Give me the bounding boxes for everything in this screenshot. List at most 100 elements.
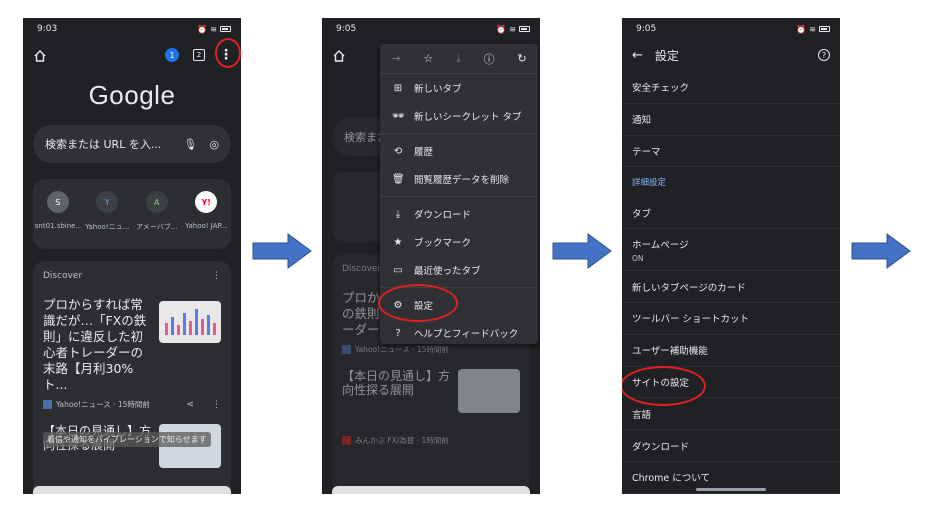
settings-list: 安全チェック 通知 テーマ 詳細設定 タブ ホームページ ON 新しいタブページ… <box>622 70 840 494</box>
article-menu-icon[interactable]: ⋮ <box>212 400 221 410</box>
settings-item-label: 新しいタブページのカード <box>632 282 746 294</box>
reload-icon[interactable]: ↻ <box>517 52 526 65</box>
toast-message: 着信や通知をバイブレーションで知らせます <box>43 432 211 447</box>
battery-icon <box>819 26 830 32</box>
status-icons: ⏰ ≋ <box>496 25 530 34</box>
article-card[interactable]: プロからすれば常識だが…「FXの鉄則」に違反した初心者トレーダーの末路【月利30… <box>43 297 221 393</box>
shortcut-icon: S <box>46 191 69 213</box>
forward-icon[interactable]: → <box>391 52 400 65</box>
article-meta: Yahoo!ニュース · 15時間前 ⋖ ⋮ <box>43 399 221 410</box>
alarm-icon: ⏰ <box>496 24 507 34</box>
highlight-circle <box>215 38 241 68</box>
source-icon <box>342 345 351 354</box>
highlight-circle <box>622 366 706 406</box>
shortcut-label: アメーバブ... <box>136 223 178 231</box>
download-page-icon[interactable]: ⤓ <box>456 52 461 66</box>
shortcut-icon: Y <box>96 191 119 213</box>
menu-divider <box>380 133 538 134</box>
menu-divider <box>380 196 538 197</box>
gesture-bar <box>696 488 766 491</box>
incognito-icon: 🕶 <box>392 110 405 122</box>
shortcut-tile[interactable]: S snt01.sbine... <box>35 191 81 249</box>
status-time: 9:05 <box>336 24 357 34</box>
shortcut-icon: A <box>145 191 168 213</box>
menu-item-new-tab[interactable]: ⊞ 新しいタブ <box>380 74 538 102</box>
highlight-circle <box>378 284 458 322</box>
search-placeholder: 検索または URL を入... <box>45 138 162 151</box>
settings-item-toolbar-shortcut[interactable]: ツールバー ショートカット <box>622 303 840 335</box>
next-card-edge <box>33 486 231 494</box>
menu-item-label: ヘルプとフィードバック <box>414 329 519 340</box>
menu-item-history[interactable]: ⟲ 履歴 <box>380 137 538 165</box>
shortcut-tile[interactable]: A アメーバブ... <box>134 191 180 249</box>
article-source: みんかぶ FX/為替 · 1時間前 <box>355 436 449 445</box>
wifi-icon: ≋ <box>509 24 516 34</box>
settings-item-downloads[interactable]: ダウンロード <box>622 430 840 462</box>
bookmark-star-icon[interactable]: ☆ <box>423 52 433 65</box>
shortcut-icon: Y! <box>195 191 218 213</box>
star-icon: ★ <box>393 236 403 248</box>
status-icons: ⏰ ≋ <box>796 25 830 34</box>
settings-item-label: 通知 <box>632 115 652 127</box>
menu-item-incognito[interactable]: 🕶 新しいシークレット タブ <box>380 102 538 130</box>
wifi-icon: ≋ <box>809 24 816 34</box>
settings-item-safety-check[interactable]: 安全チェック <box>622 72 840 104</box>
settings-item-label: ダウンロード <box>632 441 690 453</box>
source-icon <box>342 436 351 445</box>
section-header-advanced: 詳細設定 <box>632 178 667 189</box>
status-bar: 9:05 ⏰ ≋ <box>322 18 540 40</box>
discover-label: Discover <box>342 264 382 274</box>
lens-icon[interactable]: ◎ <box>209 138 219 151</box>
settings-item-theme[interactable]: テーマ <box>622 136 840 168</box>
menu-item-label: ダウンロード <box>414 210 472 221</box>
google-logo: Google <box>88 80 176 110</box>
discover-menu-icon[interactable]: ⋮ <box>212 271 221 281</box>
settings-item-label: Chrome について <box>632 473 710 485</box>
info-icon[interactable]: ⓘ <box>484 51 495 67</box>
settings-item-ntp-cards[interactable]: 新しいタブページのカード <box>622 271 840 303</box>
menu-item-label: ブックマーク <box>414 238 472 249</box>
menu-item-bookmarks[interactable]: ★ ブックマーク <box>380 228 538 256</box>
mic-icon[interactable]: 🎙 <box>183 138 197 151</box>
phone-screen-menu: 9:05 ⏰ ≋ 検索または URL を入... S snt01.sbine..… <box>322 18 540 494</box>
recent-tabs-icon: ▭ <box>393 264 403 276</box>
menu-item-label: 最近使ったタブ <box>414 266 481 277</box>
settings-item-label: ツールバー ショートカット <box>632 314 750 326</box>
settings-item-tabs[interactable]: タブ <box>622 197 840 230</box>
article-title: プロからすれば常識だが…「FXの鉄則」に違反した初心者トレーダーの末路【月利30… <box>43 297 147 392</box>
trash-icon: 🗑 <box>392 173 405 185</box>
settings-item-label: テーマ <box>632 146 661 158</box>
menu-item-recent-tabs[interactable]: ▭ 最近使ったタブ <box>380 256 538 284</box>
article-meta: みんかぶ FX/為替 · 1時間前 <box>342 435 520 446</box>
home-icon[interactable] <box>33 48 47 62</box>
home-icon[interactable] <box>332 48 346 62</box>
next-card-edge <box>332 486 530 494</box>
status-icons: ⏰ ≋ <box>197 25 231 34</box>
status-bar: 9:05 ⏰ ≋ <box>622 18 840 40</box>
settings-item-notifications[interactable]: 通知 <box>622 104 840 136</box>
menu-item-help[interactable]: ? ヘルプとフィードバック <box>380 319 538 347</box>
notification-badge[interactable]: 1 <box>165 48 179 62</box>
shortcut-tile[interactable]: Y! Yahoo! JAP... <box>183 191 229 249</box>
discover-feed: Discover ⋮ プロからすれば常識だが…「FXの鉄則」に違反した初心者トレ… <box>33 261 231 494</box>
status-time: 9:05 <box>636 24 657 34</box>
settings-item-sublabel: ON <box>632 253 644 263</box>
shortcut-tile[interactable]: Y Yahoo!ニュ... <box>84 191 130 249</box>
phone-screen-home: 9:03 ⏰ ≋ 1 2 ⋮ Google 検索または URL を入... 🎙 … <box>23 18 241 494</box>
menu-item-label: 履歴 <box>414 147 434 158</box>
next-step-arrow-icon <box>851 233 911 269</box>
search-box[interactable]: 検索または URL を入... 🎙 ◎ <box>33 125 231 163</box>
back-arrow-icon[interactable]: ← <box>632 48 643 63</box>
tab-switcher-button[interactable]: 2 <box>193 49 205 61</box>
menu-item-downloads[interactable]: ⤓ ダウンロード <box>380 200 538 228</box>
settings-item-label: ホームページ <box>632 239 689 251</box>
settings-item-accessibility[interactable]: ユーザー補助機能 <box>622 335 840 367</box>
article-card: 【本日の見通し】方向性探る展開 <box>342 369 520 413</box>
toolbar: 1 2 ⋮ <box>23 40 241 70</box>
menu-item-label: 新しいタブ <box>414 84 462 95</box>
help-icon[interactable]: ? <box>818 49 830 61</box>
share-icon[interactable]: ⋖ <box>186 400 194 410</box>
menu-item-clear-data[interactable]: 🗑 閲覧履歴データを削除 <box>380 165 538 193</box>
plus-box-icon: ⊞ <box>393 82 403 94</box>
settings-item-homepage[interactable]: ホームページ ON <box>622 229 840 272</box>
